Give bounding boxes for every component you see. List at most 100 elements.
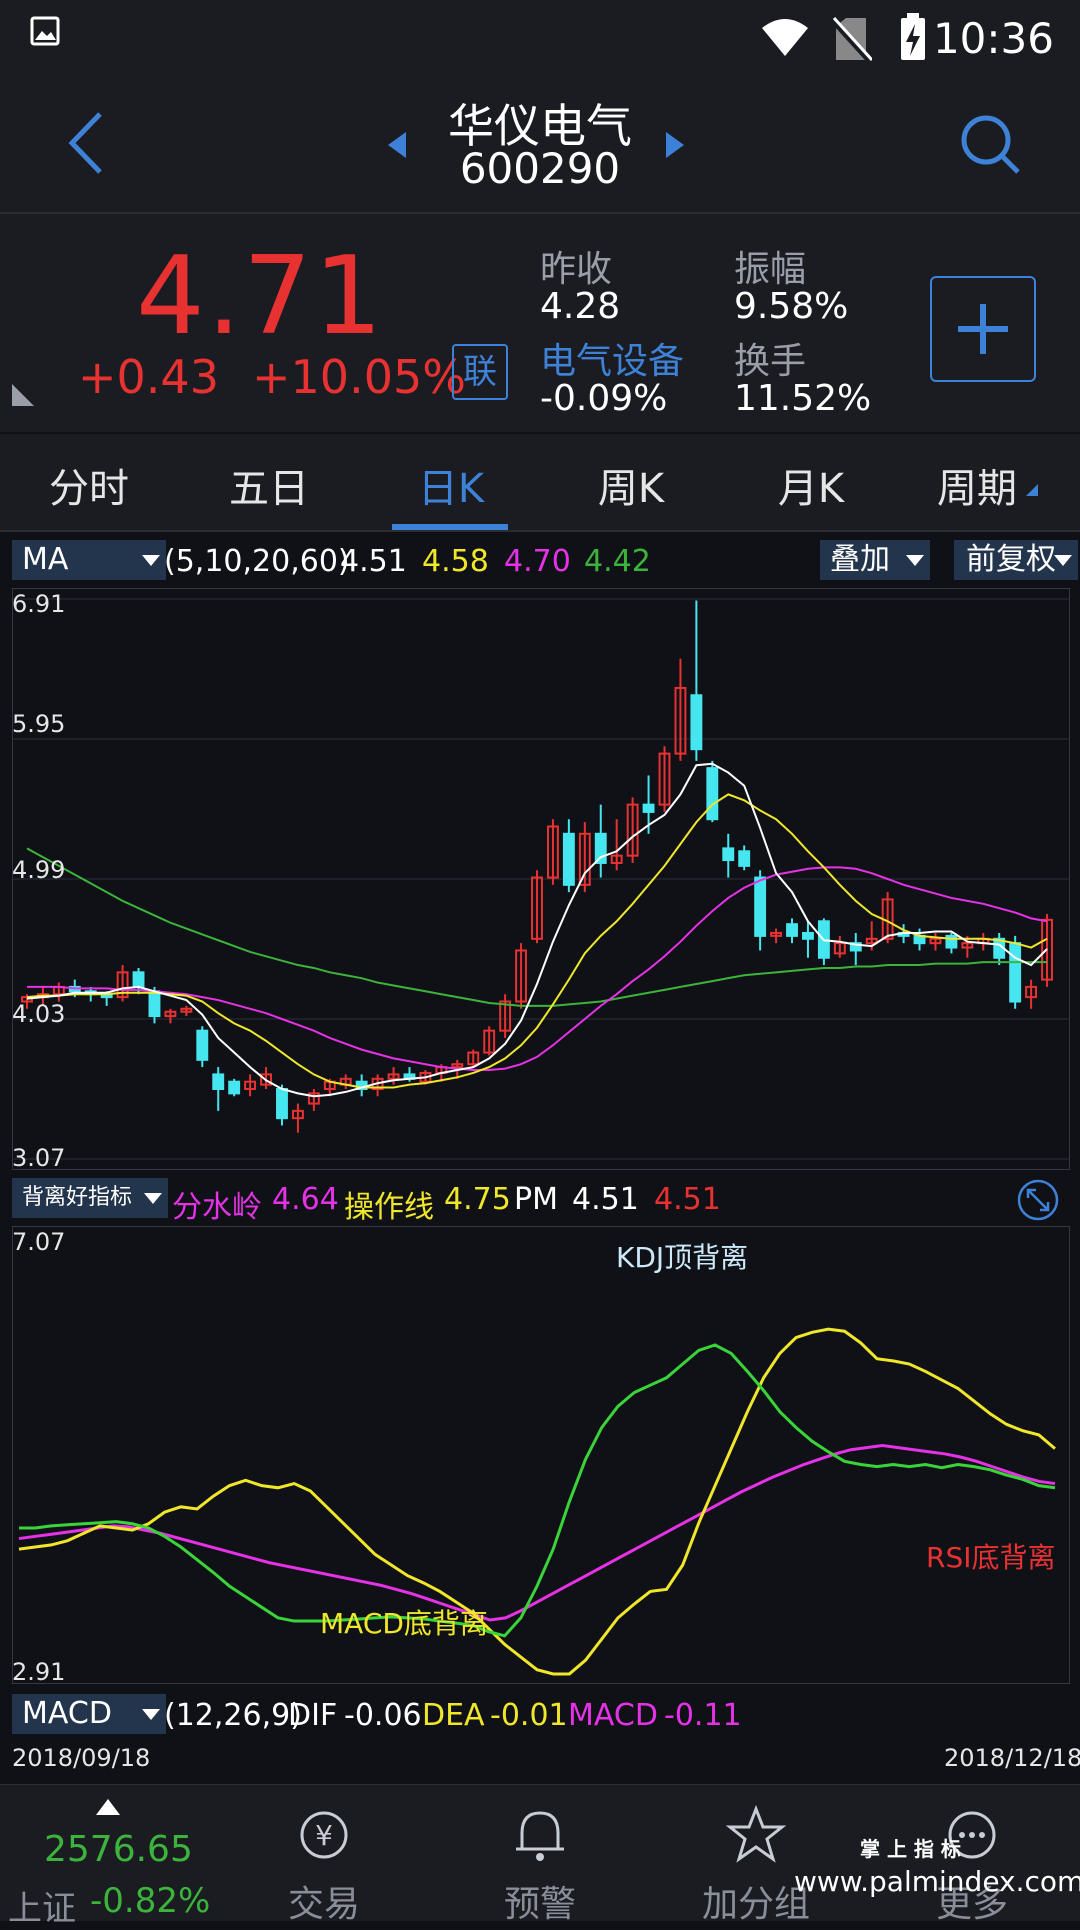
- indicator-axis-bottom: 2.91: [12, 1658, 66, 1686]
- stock-code: 600290: [459, 144, 621, 193]
- rsi-divergence-label: RSI底背离: [926, 1541, 1056, 1574]
- kdj-divergence-label: KDJ顶背离: [616, 1241, 749, 1274]
- macd-params: (12,26,9): [164, 1698, 302, 1733]
- trade-icon[interactable]: ¥: [244, 1805, 404, 1865]
- candle-down: [562, 832, 575, 886]
- index-name[interactable]: 上证: [8, 1881, 76, 1930]
- add-watchlist-button[interactable]: [930, 276, 1036, 382]
- watermark-url: www.palmindex.com: [794, 1865, 1080, 1898]
- dif-value: -0.06: [344, 1698, 422, 1733]
- alert-bell-icon[interactable]: [460, 1805, 620, 1865]
- tab-monthly-k[interactable]: 月K: [736, 456, 886, 514]
- candle-down: [642, 803, 655, 813]
- tab-five-day[interactable]: 五日: [194, 456, 344, 514]
- kline-panel[interactable]: [12, 588, 1070, 1170]
- no-sim-icon: [832, 16, 872, 62]
- macd-selector[interactable]: MACD: [12, 1694, 166, 1734]
- indicator-name-3: PM: [514, 1182, 558, 1217]
- star-icon[interactable]: [676, 1805, 836, 1865]
- ma-params: (5,10,20,60): [164, 544, 350, 579]
- candle-down: [690, 694, 703, 751]
- current-price: 4.71: [136, 234, 385, 359]
- expand-icon[interactable]: [1016, 1178, 1060, 1222]
- macd-label: MACD: [568, 1698, 658, 1733]
- price-change: +0.43: [78, 350, 219, 404]
- turnover-label: 换手: [734, 341, 807, 382]
- macd-divergence-label: MACD底背离: [320, 1607, 488, 1640]
- indicator-value-2: 4.75: [444, 1182, 511, 1217]
- amplitude-value: 9.58%: [734, 286, 849, 327]
- dea-value: -0.01: [490, 1698, 568, 1733]
- prev-close-value: 4.28: [540, 286, 621, 327]
- svg-text:¥: ¥: [315, 1819, 333, 1852]
- price-change-pct: +10.05%: [252, 350, 466, 404]
- indicator-value-4: 4.51: [654, 1182, 721, 1217]
- indicator-chart: [18, 1327, 1056, 1676]
- stock-header: 华仪电气 600290: [0, 80, 1080, 214]
- candle-down: [802, 931, 814, 940]
- nav-alert[interactable]: 预警: [460, 1875, 620, 1927]
- indicator-name-1: 分水岭: [172, 1190, 262, 1225]
- index-change[interactable]: -0.82%: [90, 1881, 210, 1921]
- pm-line: [19, 1343, 1056, 1638]
- ma-selector[interactable]: MA: [12, 540, 166, 580]
- period-tabs: 分时 五日 日K 周K 月K 周期: [0, 434, 1080, 532]
- index-up-arrow-icon: [96, 1799, 120, 1815]
- tab-intraday[interactable]: 分时: [14, 456, 164, 514]
- kline-axis-3: 4.99: [12, 856, 66, 884]
- tab-active-indicator: [392, 524, 508, 530]
- candle-down: [196, 1029, 209, 1061]
- candle-down: [132, 971, 145, 988]
- end-date: 2018/12/18: [944, 1744, 1080, 1772]
- indicator-selector[interactable]: 背离好指标: [12, 1178, 168, 1218]
- wifi-icon: [762, 19, 808, 56]
- bottom-nav: 2576.65 上证 -0.82% ¥ 交易 预警 加分组 更多 掌 上 指 标…: [0, 1784, 1080, 1929]
- ma20-value: 4.70: [504, 544, 571, 579]
- candle-down: [754, 876, 767, 937]
- linked-button[interactable]: 联: [452, 344, 508, 400]
- candle-down: [276, 1088, 288, 1120]
- quote-panel: 4.71 +0.43 +10.05% 联 昨收 4.28 电气设备 -0.09%…: [0, 214, 1080, 432]
- watermark-title: 掌 上 指 标: [860, 1837, 961, 1861]
- ma10-value: 4.58: [422, 544, 489, 579]
- kline-chart: [13, 598, 1069, 1160]
- tab-weekly-k[interactable]: 周K: [556, 456, 706, 514]
- adjust-button[interactable]: 前复权: [954, 540, 1078, 580]
- candle-down: [1009, 942, 1022, 1003]
- ma60-value: 4.42: [584, 544, 651, 579]
- amplitude-label: 振幅: [734, 249, 807, 290]
- watershed-line: [18, 1443, 1056, 1622]
- kline-axis-top: 6.91: [12, 590, 66, 618]
- indicator-axis-top: 7.07: [12, 1228, 66, 1256]
- candle-down: [706, 767, 719, 821]
- sector-link[interactable]: 电气设备: [540, 332, 684, 384]
- prev-close-label: 昨收: [540, 249, 613, 290]
- kline-axis-4: 4.03: [12, 1000, 66, 1028]
- indicator-value-3: 4.51: [572, 1182, 639, 1217]
- search-icon[interactable]: [958, 112, 1024, 178]
- overlay-selector[interactable]: 叠加: [820, 540, 930, 580]
- status-time: 10:36: [932, 14, 1054, 63]
- index-value[interactable]: 2576.65: [44, 1829, 193, 1870]
- tab-daily-k[interactable]: 日K: [376, 456, 526, 514]
- indicator-name-2: 操作线: [344, 1190, 434, 1225]
- status-bar: 10:36: [0, 0, 1080, 80]
- nav-trade[interactable]: 交易: [244, 1875, 404, 1927]
- dif-label: DIF: [288, 1698, 338, 1733]
- corner-triangle-icon: [12, 384, 34, 406]
- candle-down: [228, 1080, 241, 1095]
- start-date: 2018/09/18: [12, 1744, 151, 1772]
- sector-change: -0.09%: [540, 378, 668, 419]
- candle-down: [722, 847, 735, 862]
- indicator-panel[interactable]: [12, 1226, 1070, 1684]
- candle-down: [212, 1073, 225, 1090]
- candle-down: [594, 832, 607, 864]
- ma5-value: 4.51: [340, 544, 407, 579]
- indicator-value-1: 4.64: [272, 1182, 339, 1217]
- dea-label: DEA: [422, 1698, 485, 1733]
- macd-value: -0.11: [664, 1698, 742, 1733]
- operation-line: [18, 1327, 1056, 1676]
- next-stock-icon[interactable]: [664, 130, 686, 160]
- period-dropdown-icon: [1026, 484, 1038, 496]
- candle-down: [148, 990, 161, 1018]
